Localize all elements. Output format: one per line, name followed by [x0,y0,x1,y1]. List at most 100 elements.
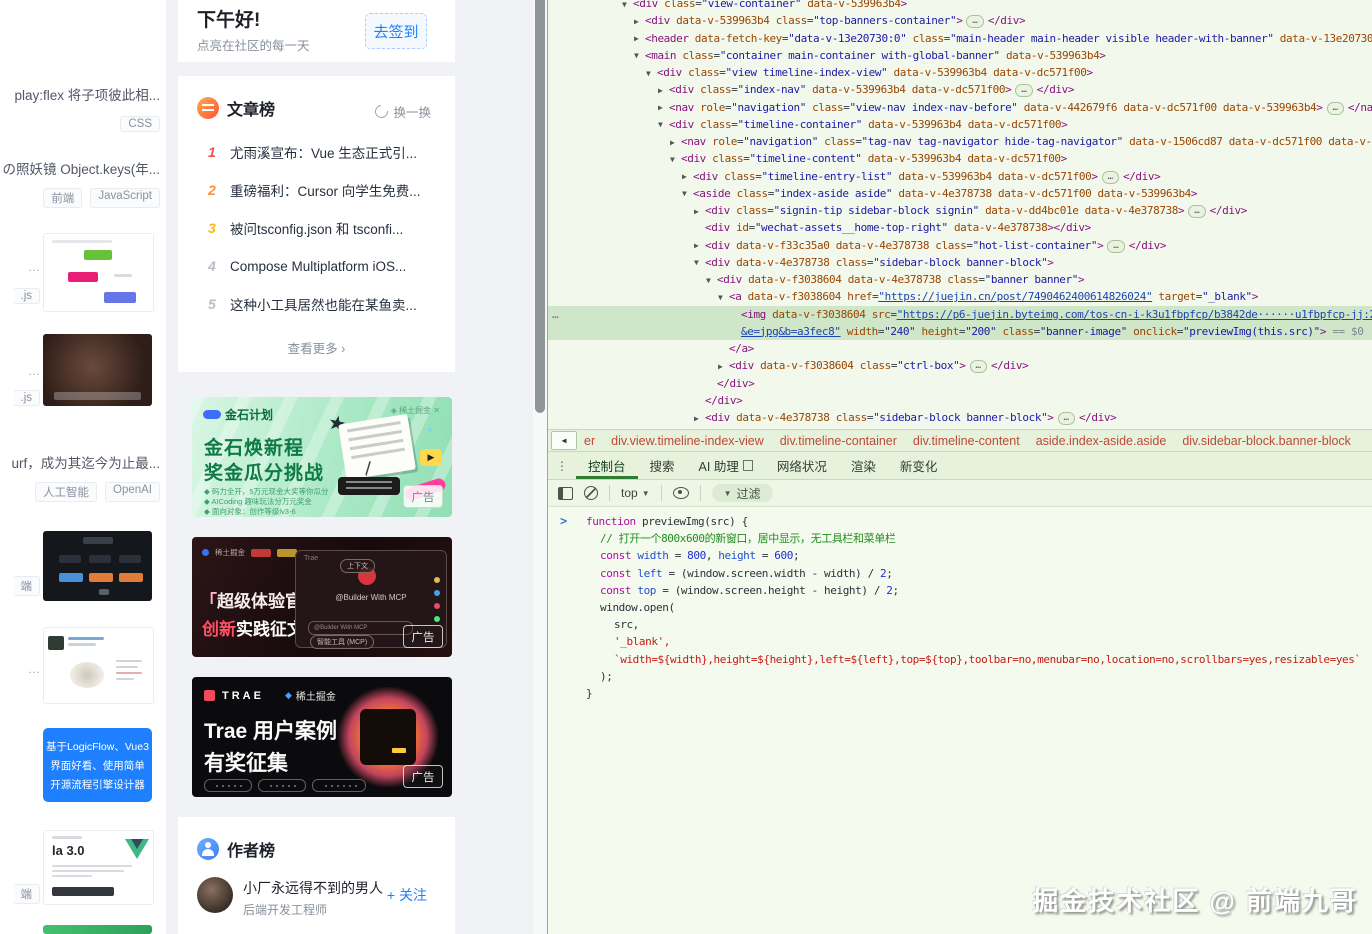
rank-item[interactable]: 4 Compose Multiplatform iOS... [178,247,455,285]
twisty-icon[interactable]: ▼ [658,116,662,133]
feed-tag[interactable]: 端 [14,576,41,596]
twisty-icon[interactable]: ▼ [670,151,674,168]
twisty-icon[interactable]: ▼ [718,289,722,306]
dom-tree-line[interactable]: ▼<div class="view-container" data-v-5399… [548,0,1372,12]
dom-tree-line[interactable]: ▼<div data-v-f3038604 data-v-4e378738 cl… [548,271,1372,288]
dom-tree-line[interactable]: ▶<header data-fetch-key="data-v-13e20730… [548,30,1372,47]
tab-search[interactable]: 搜索 [638,452,687,479]
node-ellipsis[interactable]: … [966,15,983,28]
feed-item-title[interactable]: urf，成为其迄今为止最... [0,452,160,472]
twisty-icon[interactable]: ▶ [682,168,686,185]
breadcrumb-item[interactable]: er [584,434,595,448]
ad-banner-gold-plan[interactable]: 金石计划 ◈ 稀土掘金 ✕ 金石焕新程 奖金瓜分挑战 ◆ 码力全开，5万元现金大… [192,397,452,517]
rank-item[interactable]: 1 尤雨溪宣布：Vue 生态正式引... [178,133,455,171]
dom-tree-line[interactable]: &e=jpg&b=a3fec8" width="240" height="200… [548,323,1372,340]
dom-tree-line[interactable]: </a> [548,340,1372,357]
node-ellipsis[interactable]: … [970,360,987,373]
node-ellipsis[interactable]: … [1058,412,1075,425]
feed-thumbnail[interactable]: la 3.0 [43,830,154,905]
more-options-icon[interactable]: ⋮ [548,452,576,479]
follow-button[interactable]: + 关注 [387,885,427,905]
signin-button[interactable]: 去签到 [365,13,427,49]
dom-tree-line[interactable]: …<img data-v-f3038604 src="https://p6-ju… [548,306,1372,323]
breadcrumb-scroll-left-button[interactable]: ◀ [551,431,577,450]
dom-tree-line[interactable]: ▶<div data-v-539963b4 class="top-banners… [548,12,1372,29]
feed-thumbnail[interactable] [43,925,152,934]
dom-tree-line[interactable]: ▼<div class="view timeline-index-view" d… [548,64,1372,81]
node-ellipsis[interactable]: … [1015,84,1032,97]
ad-banner-mcp-essay[interactable]: 稀土掘金 「超级体验官」 创新实践征文 Trae @Builder With M… [192,537,452,657]
scrollbar-thumb[interactable] [535,0,545,413]
dom-tree-line[interactable]: ▼<aside class="index-aside aside" data-v… [548,185,1372,202]
view-more-link[interactable]: 查看更多 › [178,338,455,357]
author-name[interactable]: 小厂永远得不到的男人 [243,878,383,898]
twisty-icon[interactable]: ▼ [634,47,638,64]
tab-network-conditions[interactable]: 网络状况 [765,452,839,479]
feed-thumbnail[interactable] [43,233,154,312]
dom-tree-line[interactable]: ▶<nav role="navigation" class="view-nav … [548,99,1372,116]
dom-tree-line[interactable]: ▼<a data-v-f3038604 href="https://juejin… [548,288,1372,305]
feed-tag[interactable]: 人工智能 [35,482,97,502]
twisty-icon[interactable]: ▶ [634,30,638,47]
ad-banner-trae[interactable]: TRAE ◆稀土掘金 Trae 用户案例 有奖征集 广告 [192,677,452,797]
twisty-icon[interactable]: ▶ [718,358,722,375]
twisty-icon[interactable]: ▶ [670,134,674,151]
tab-whats-new[interactable]: 新变化 [888,452,950,479]
author-avatar[interactable] [197,877,233,913]
dom-tree-line[interactable]: ▶<div data-v-f3038604 class="ctrl-box">…… [548,357,1372,374]
tab-rendering[interactable]: 渲染 [839,452,888,479]
twisty-icon[interactable]: ▼ [694,254,698,271]
dom-tree-line[interactable]: ▶<div class="signin-tip sidebar-block si… [548,202,1372,219]
breadcrumb-item[interactable]: div.view.timeline-index-view [611,434,764,448]
rank-item[interactable]: 5 这种小工具居然也能在某鱼卖... [178,285,455,323]
page-scrollbar[interactable] [533,0,547,934]
feed-tag[interactable]: OpenAI [105,482,160,502]
feed-thumbnail[interactable]: 基于LogicFlow、Vue3 界面好看、使用简单 开源流程引擎设计器 [43,728,152,802]
feed-item-title[interactable]: play:flex 将子项彼此相... [0,84,160,104]
breadcrumb-item[interactable]: div.timeline-content [913,434,1020,448]
breadcrumb-item[interactable]: aside.index-aside.aside [1036,434,1167,448]
console-filter-input[interactable]: ▼过滤 [712,484,773,502]
rank-item[interactable]: 3 被问tsconfig.json 和 tsconfi... [178,209,455,247]
execution-context-selector[interactable]: top▼ [621,486,650,500]
dom-tree-line[interactable]: ▶<nav role="navigation" class="tag-nav t… [548,133,1372,150]
dom-tree-line[interactable]: ▶<div class="timeline-entry-list" data-v… [548,168,1372,185]
twisty-icon[interactable]: ▶ [658,82,662,99]
twisty-icon[interactable]: ▶ [658,99,662,116]
dom-tree-line[interactable]: ▼<div data-v-4e378738 class="sidebar-blo… [548,254,1372,271]
live-expression-icon[interactable] [673,487,689,499]
feed-item-title[interactable]: の照妖镜 Object.keys(年... [0,158,160,178]
feed-tag[interactable]: CSS [120,116,160,132]
dom-tree-line[interactable]: ▶<div class="index-nav" data-v-539963b4 … [548,81,1372,98]
twisty-icon[interactable]: ▶ [634,13,638,30]
feed-thumbnail[interactable] [43,334,152,406]
tab-ai-assistance[interactable]: AI 助理 [687,452,765,479]
breadcrumb-item[interactable]: div.sidebar-block.banner-block [1182,434,1351,448]
feed-tag[interactable]: .js [14,288,41,304]
feed-tag[interactable]: JavaScript [90,188,160,208]
dom-tree-line[interactable]: ▼<div class="timeline-container" data-v-… [548,116,1372,133]
feed-tag[interactable]: .js [14,390,41,406]
dom-tree-line[interactable]: ▶<div data-v-f33c35a0 data-v-4e378738 cl… [548,237,1372,254]
refresh-button[interactable]: 换一换 [375,102,431,121]
breadcrumb-item[interactable]: div.timeline-container [780,434,897,448]
twisty-icon[interactable]: ▼ [646,65,650,82]
feed-tag[interactable]: 端 [14,884,41,904]
feed-thumbnail[interactable] [43,627,154,704]
node-ellipsis[interactable]: … [1188,205,1205,218]
dom-tree-line[interactable]: </div> [548,392,1372,409]
node-ellipsis[interactable]: … [1107,240,1124,253]
console-sidebar-toggle-icon[interactable] [558,487,573,500]
feed-tag[interactable]: 前端 [43,188,82,208]
dom-tree-line[interactable]: ▶<div data-v-4e378738 class="sidebar-blo… [548,409,1372,426]
dom-tree-line[interactable]: ▼<main class="container main-container w… [548,47,1372,64]
twisty-icon[interactable]: ▶ [694,410,698,427]
dom-tree-line[interactable]: ▼<div class="timeline-content" data-v-53… [548,150,1372,167]
twisty-icon[interactable]: ▼ [682,185,686,202]
twisty-icon[interactable]: ▶ [694,237,698,254]
rank-item[interactable]: 2 重磅福利：Cursor 向学生免费... [178,171,455,209]
tab-console[interactable]: 控制台 [576,452,638,479]
node-ellipsis[interactable]: … [1327,102,1344,115]
twisty-icon[interactable]: ▶ [694,203,698,220]
clear-console-icon[interactable] [584,486,598,500]
